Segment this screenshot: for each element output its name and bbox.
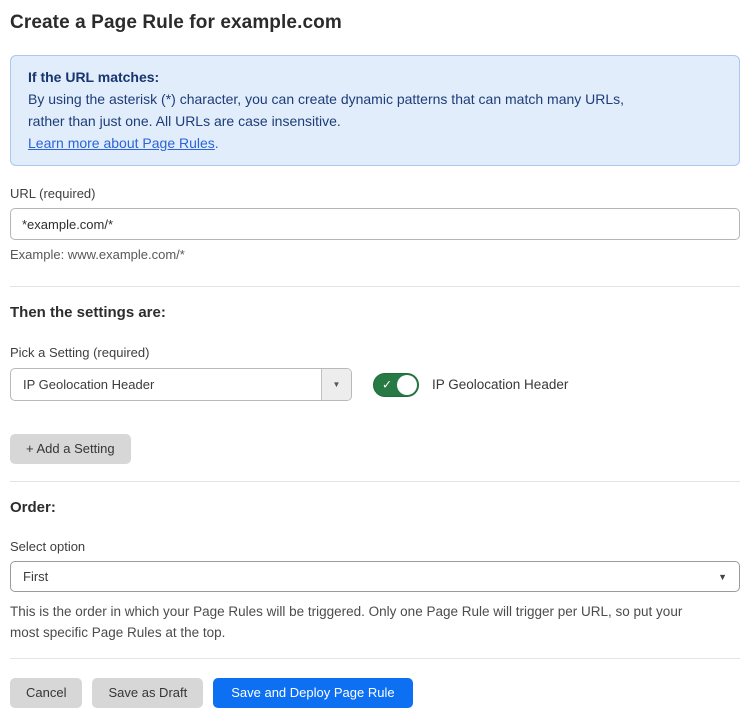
ip-geolocation-toggle[interactable]: ✓ xyxy=(373,373,419,397)
order-section-heading: Order: xyxy=(10,499,740,516)
info-box-heading: If the URL matches: xyxy=(28,66,722,88)
order-select[interactable]: First ▼ xyxy=(10,561,740,592)
order-help-line: This is the order in which your Page Rul… xyxy=(10,601,740,622)
toggle-knob xyxy=(397,375,417,395)
page-title: Create a Page Rule for example.com xyxy=(10,12,740,34)
setting-dropdown-value: IP Geolocation Header xyxy=(11,369,321,400)
info-box-body-line: By using the asterisk (*) character, you… xyxy=(28,88,722,110)
caret-down-icon: ▼ xyxy=(718,572,727,582)
cancel-button[interactable]: Cancel xyxy=(10,678,82,708)
dropdown-arrow-button[interactable]: ▼ xyxy=(321,369,351,400)
order-help-text: This is the order in which your Page Rul… xyxy=(10,601,740,643)
check-icon: ✓ xyxy=(382,378,392,390)
save-deploy-button[interactable]: Save and Deploy Page Rule xyxy=(213,678,412,708)
divider xyxy=(10,481,740,482)
order-select-label: Select option xyxy=(10,539,740,554)
url-example-text: Example: www.example.com/* xyxy=(10,247,740,262)
order-help-line: most specific Page Rules at the top. xyxy=(10,622,740,643)
add-setting-button[interactable]: + Add a Setting xyxy=(10,434,131,464)
setting-dropdown[interactable]: IP Geolocation Header ▼ xyxy=(10,368,352,401)
settings-section-heading: Then the settings are: xyxy=(10,304,740,321)
setting-picker-label: Pick a Setting (required) xyxy=(10,345,740,360)
toggle-label: IP Geolocation Header xyxy=(432,377,568,392)
divider xyxy=(10,286,740,287)
setting-row: IP Geolocation Header ▼ ✓ IP Geolocation… xyxy=(10,368,740,401)
create-page-rule-form: Create a Page Rule for example.com If th… xyxy=(0,0,750,708)
save-draft-button[interactable]: Save as Draft xyxy=(92,678,203,708)
divider xyxy=(10,658,740,659)
url-matches-info-box: If the URL matches: By using the asteris… xyxy=(10,55,740,166)
url-label: URL (required) xyxy=(10,186,740,201)
order-select-value: First xyxy=(23,569,48,584)
caret-down-icon: ▼ xyxy=(333,380,341,389)
form-actions: Cancel Save as Draft Save and Deploy Pag… xyxy=(10,678,740,708)
url-input[interactable] xyxy=(10,208,740,240)
learn-more-page-rules-link[interactable]: Learn more about Page Rules xyxy=(28,135,215,151)
link-period: . xyxy=(215,135,219,151)
info-box-body-line: rather than just one. All URLs are case … xyxy=(28,110,722,132)
